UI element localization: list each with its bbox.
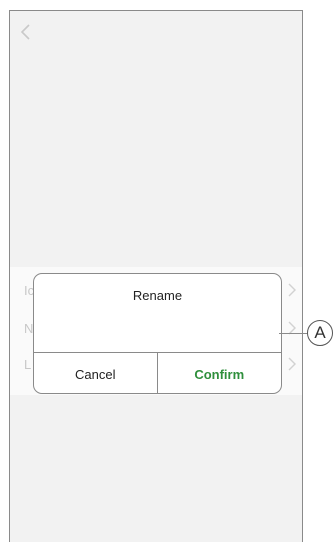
callout-leader-line [279, 333, 307, 334]
callout-marker: A [307, 320, 333, 346]
list-item-label: L [24, 357, 32, 372]
cancel-button[interactable]: Cancel [34, 353, 158, 393]
dialog-title: Rename [132, 288, 183, 303]
rename-input[interactable] [48, 310, 269, 348]
list-item-label: N [24, 321, 34, 336]
dialog-actions: Cancel Confirm [34, 352, 282, 393]
chevron-right-icon [288, 321, 296, 335]
chevron-left-icon[interactable] [16, 20, 36, 44]
chevron-right-icon [288, 283, 296, 297]
chevron-right-icon [288, 357, 296, 371]
phone-screen: Ic N L Rename Cancel Confirm [9, 10, 303, 542]
rename-dialog: Rename Cancel Confirm [33, 273, 282, 394]
confirm-button[interactable]: Confirm [158, 353, 282, 393]
